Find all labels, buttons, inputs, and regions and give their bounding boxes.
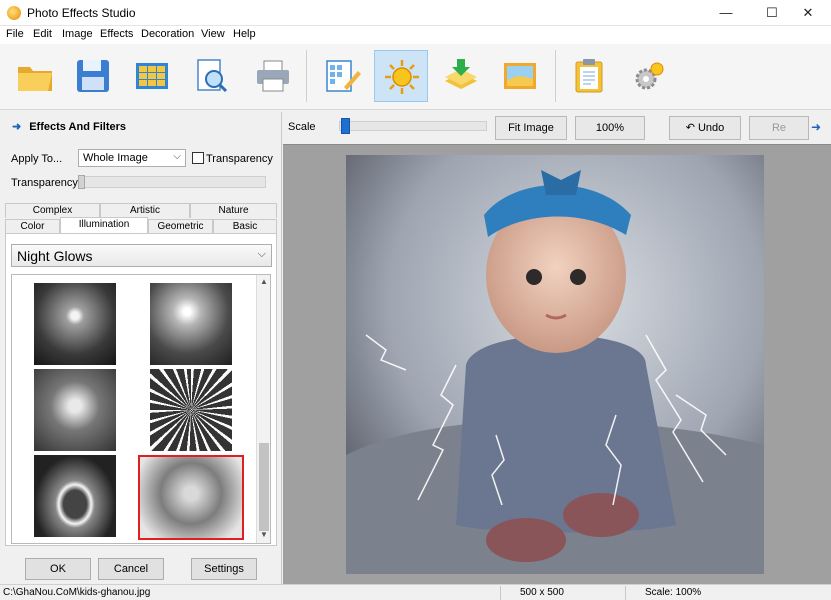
toolbar-separator-2 [555, 50, 556, 102]
effect-select[interactable]: Night Glows ⌵ [11, 244, 272, 267]
apply-to-select[interactable]: Whole Image ⌵ [78, 149, 186, 167]
tab-complex[interactable]: Complex [5, 203, 100, 218]
tab-color[interactable]: Color [5, 219, 60, 234]
menu-effects[interactable]: Effects [100, 28, 133, 40]
layers-import-button[interactable] [434, 50, 488, 102]
transparency-checkbox[interactable] [192, 152, 204, 164]
undo-arrow-icon: ↶ [685, 122, 698, 134]
image-toolbar: Scale Fit Image 100% ↶ Undo Re ➜ [283, 112, 831, 142]
effect-thumbnail[interactable] [150, 369, 232, 451]
effect-thumbnails: ▲ ▼ [11, 274, 271, 544]
save-button[interactable] [66, 50, 120, 102]
status-scale: Scale: 100% [645, 587, 702, 598]
grid-edit-button[interactable] [316, 50, 370, 102]
redo-label: Re [771, 122, 787, 134]
fit-image-label: Fit Image [508, 122, 554, 134]
redo-button[interactable]: Re [749, 116, 809, 140]
apply-to-label: Apply To... [11, 153, 63, 165]
menu-edit[interactable]: Edit [33, 28, 52, 40]
thumbnails-scrollbar[interactable]: ▲ ▼ [256, 275, 270, 543]
zoom-button[interactable]: 100% [575, 116, 645, 140]
grid-icon [136, 63, 168, 89]
zoom-value: 100% [595, 122, 625, 134]
transparency-slider[interactable] [78, 176, 266, 188]
effect-thumbnail[interactable] [150, 274, 232, 275]
undo-label: Undo [697, 122, 725, 134]
transparency-label: Transparency [11, 177, 78, 189]
minimize-button[interactable]: — [703, 0, 749, 26]
toolbar [0, 44, 831, 110]
tab-illumination[interactable]: Illumination [60, 217, 148, 234]
landscape-icon [504, 63, 536, 89]
effect-thumbnail-selected[interactable] [138, 455, 244, 540]
status-separator [500, 586, 501, 600]
scroll-up-icon[interactable]: ▲ [260, 277, 268, 286]
ok-button[interactable]: OK [25, 558, 91, 580]
scale-slider[interactable] [339, 121, 487, 131]
effect-thumbnail[interactable] [34, 369, 116, 451]
effect-value: Night Glows [17, 248, 93, 264]
photo-preview[interactable] [346, 155, 764, 574]
chevron-down-icon: ⌵ [257, 248, 266, 260]
scrollbar-thumb[interactable] [259, 443, 269, 531]
print-button[interactable] [246, 50, 300, 102]
floppy-disk-icon [77, 60, 109, 92]
status-separator [625, 586, 626, 600]
arrow-right-icon: ➜ [12, 121, 22, 133]
image-canvas[interactable] [283, 144, 831, 584]
tab-nature[interactable]: Nature [190, 203, 277, 218]
cancel-button[interactable]: Cancel [98, 558, 164, 580]
close-button[interactable]: ✕ [785, 0, 831, 26]
toolbar-separator [306, 50, 307, 102]
chevron-down-icon: ⌵ [173, 151, 181, 162]
tab-basic[interactable]: Basic [213, 219, 277, 234]
clipboard-icon [575, 59, 603, 93]
photo-image [346, 155, 764, 574]
grid-pencil-icon [326, 60, 361, 92]
status-image-size: 500 x 500 [520, 587, 564, 598]
fit-image-button[interactable]: Fit Image [495, 116, 567, 140]
transparency-slider-thumb[interactable] [78, 175, 85, 189]
effect-thumbnail[interactable] [34, 283, 116, 365]
status-bar: C:\GhaNou.CoM\kids-ghanou.jpg 500 x 500 … [0, 584, 831, 600]
effect-thumbnail[interactable] [35, 274, 117, 275]
printer-icon [257, 60, 289, 92]
window-title: Photo Effects Studio [27, 6, 136, 20]
gear-sun-icon [635, 62, 664, 90]
print-preview-button[interactable] [184, 50, 238, 102]
title-bar: Photo Effects Studio — ☐ ✕ [0, 0, 831, 26]
tab-artistic[interactable]: Artistic [100, 203, 190, 218]
tab-geometric[interactable]: Geometric [148, 219, 213, 234]
apply-to-value: Whole Image [83, 152, 148, 164]
open-folder-button[interactable] [8, 50, 62, 102]
panel-title: Effects And Filters [29, 121, 126, 133]
landscape-image-button[interactable] [493, 50, 547, 102]
effects-button[interactable] [374, 50, 428, 102]
layers-arrow-icon [445, 59, 477, 89]
scroll-down-icon[interactable]: ▼ [260, 530, 268, 539]
expand-arrow-icon[interactable]: ➜ [811, 120, 821, 134]
panel-header: ➜ Effects And Filters [12, 120, 126, 133]
menu-view[interactable]: View [201, 28, 225, 40]
menu-help[interactable]: Help [233, 28, 256, 40]
scale-label: Scale [288, 121, 316, 133]
effect-thumbnail[interactable] [34, 455, 116, 537]
undo-button[interactable]: ↶ Undo [669, 116, 741, 140]
clipboard-button[interactable] [562, 50, 616, 102]
scale-slider-thumb[interactable] [341, 118, 350, 134]
magnifier-document-icon [197, 59, 228, 93]
settings-button[interactable] [622, 50, 676, 102]
sun-icon [385, 60, 419, 94]
status-file-path: C:\GhaNou.CoM\kids-ghanou.jpg [3, 587, 151, 598]
settings-panel-button[interactable]: Settings [191, 558, 257, 580]
folder-icon [18, 67, 52, 91]
menu-image[interactable]: Image [62, 28, 93, 40]
menu-bar: File Edit Image Effects Decoration View … [0, 26, 831, 44]
menu-decoration[interactable]: Decoration [141, 28, 194, 40]
menu-file[interactable]: File [6, 28, 24, 40]
effect-thumbnail[interactable] [150, 283, 232, 365]
transparency-check-label: Transparency [206, 153, 273, 165]
app-icon [7, 6, 21, 20]
grid-layout-button[interactable] [125, 50, 179, 102]
